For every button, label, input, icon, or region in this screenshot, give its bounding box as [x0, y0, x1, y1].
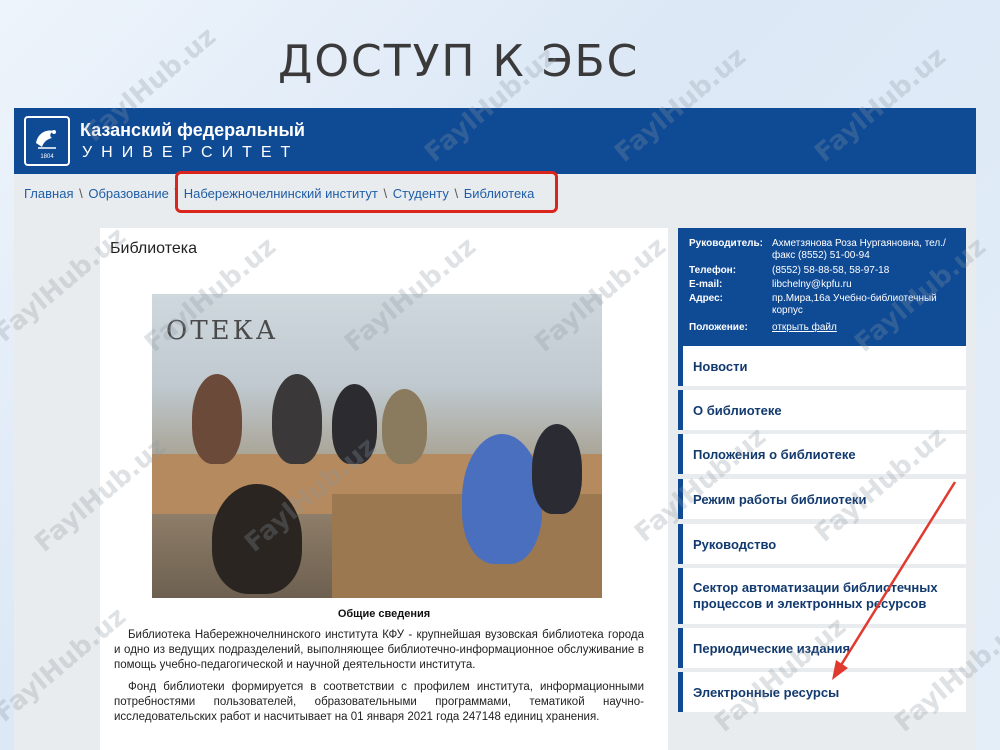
address-value: пр.Мира,16а Учебно-библиотечный корпус [772, 293, 937, 316]
photo-person [212, 484, 302, 594]
university-name-line1[interactable]: Казанский федеральный [80, 120, 305, 141]
photo-person [382, 389, 427, 464]
menu-item-periodicals[interactable]: Периодические издания [678, 628, 966, 668]
photo-person [462, 434, 542, 564]
general-info-heading: Общие сведения [337, 608, 431, 620]
university-logo-icon[interactable]: 1804 [24, 116, 70, 166]
menu-item-about[interactable]: О библиотеке [678, 390, 966, 430]
library-photo: ОТЕКА [152, 294, 602, 598]
head-label: Руководитель: [689, 238, 763, 249]
library-description-paragraph: Библиотека Набережночелнинского институт… [114, 629, 644, 671]
logo-year: 1804 [40, 153, 54, 160]
menu-item-hours[interactable]: Режим работы библиотеки [678, 479, 966, 519]
menu-item-management[interactable]: Руководство [678, 524, 966, 564]
site-header: 1804 Казанский федеральный УНИВЕРСИТЕТ [14, 108, 976, 174]
photo-person [192, 374, 242, 464]
slide-title: ДОСТУП К ЭБС [278, 36, 640, 87]
photo-person [272, 374, 322, 464]
page-heading: Библиотека [110, 240, 197, 257]
head-value: Ахметзянова Роза Нургаяновна, тел./факс … [772, 238, 946, 261]
breadcrumb-education[interactable]: Образование [88, 186, 169, 201]
phone-label: Телефон: [689, 265, 737, 276]
main-content: Библиотека ОТЕКА Общие сведения Библиоте… [100, 228, 668, 750]
email-label: E-mail: [689, 279, 723, 290]
website-screenshot: 1804 Казанский федеральный УНИВЕРСИТЕТ Г… [14, 108, 976, 750]
address-label: Адрес: [689, 293, 723, 304]
regulation-file-link[interactable]: открыть файл [772, 322, 962, 334]
menu-item-automation-sector[interactable]: Сектор автоматизации библиотечных процес… [678, 568, 966, 624]
library-fund-paragraph: Фонд библиотеки формируется в соответств… [114, 681, 644, 723]
breadcrumb-highlight [175, 171, 558, 213]
email-value[interactable]: libchelny@kpfu.ru [772, 279, 962, 291]
phone-value: (8552) 58-88-58, 58-97-18 [772, 265, 890, 276]
menu-item-news[interactable]: Новости [678, 346, 966, 386]
photo-person [332, 384, 377, 464]
photo-wall-text: ОТЕКА [166, 316, 279, 346]
photo-person [532, 424, 582, 514]
menu-item-electronic-resources[interactable]: Электронные ресурсы [678, 672, 966, 712]
contact-info-box: Руководитель: Ахметзянова Роза Нургаянов… [678, 228, 966, 346]
menu-item-regulations[interactable]: Положения о библиотеке [678, 434, 966, 474]
regulation-label: Положение: [689, 322, 748, 333]
university-name-line2[interactable]: УНИВЕРСИТЕТ [82, 144, 299, 162]
breadcrumb-home[interactable]: Главная [24, 186, 73, 201]
